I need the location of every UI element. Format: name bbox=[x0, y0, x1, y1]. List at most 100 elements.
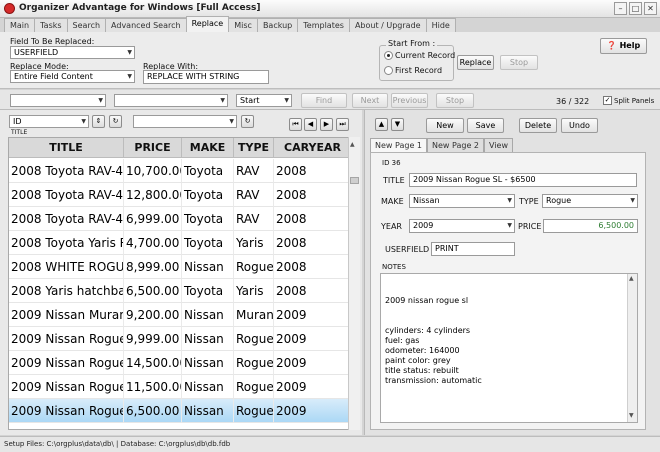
tab-new-page-1[interactable]: New Page 1 bbox=[370, 138, 427, 152]
tab-hide[interactable]: Hide bbox=[425, 18, 456, 32]
prev-record-icon[interactable]: ◀ bbox=[304, 118, 317, 131]
tab-advanced-search[interactable]: Advanced Search bbox=[105, 18, 187, 32]
table-cell[interactable]: 2009 Nissan Rogue S bbox=[9, 399, 124, 423]
find-field-select[interactable]: ▼ bbox=[10, 94, 106, 107]
table-cell[interactable]: Nissan bbox=[182, 327, 234, 351]
maximize-icon[interactable]: □ bbox=[629, 2, 642, 15]
table-cell[interactable]: 2008 Toyota Yaris RS bbox=[9, 231, 124, 255]
notes-textarea[interactable]: 2009 nissan rogue sl cylinders: 4 cylinde… bbox=[380, 273, 638, 423]
find-value-select[interactable]: ▼ bbox=[114, 94, 228, 107]
column-header-type[interactable]: TYPE bbox=[234, 138, 274, 158]
record-up-icon[interactable]: ▲ bbox=[375, 118, 388, 131]
new-button[interactable]: New bbox=[426, 118, 464, 133]
find-start-select[interactable]: Start ▼ bbox=[236, 94, 292, 107]
table-cell[interactable]: Rogue bbox=[234, 399, 274, 423]
table-cell[interactable]: 10,700.00 bbox=[124, 159, 182, 183]
table-cell[interactable]: 2008 bbox=[274, 207, 350, 231]
table-cell[interactable]: 9,200.00 bbox=[124, 303, 182, 327]
find-button[interactable]: Find bbox=[301, 93, 347, 108]
table-cell[interactable]: 2009 Nissan Rogue S bbox=[9, 375, 124, 399]
table-cell[interactable]: Toyota bbox=[182, 159, 234, 183]
current-record-radio[interactable] bbox=[384, 51, 393, 60]
table-cell[interactable]: Nissan bbox=[182, 351, 234, 375]
replace-mode-select[interactable]: Entire Field Content ▼ bbox=[10, 70, 135, 83]
table-cell[interactable]: 2008 Toyota RAV-4 L bbox=[9, 183, 124, 207]
table-cell[interactable]: 2009 bbox=[274, 303, 350, 327]
column-header-caryear[interactable]: CARYEAR bbox=[274, 138, 350, 158]
table-cell[interactable]: 2009 Nissan Murano bbox=[9, 303, 124, 327]
table-cell[interactable]: Toyota bbox=[182, 231, 234, 255]
table-cell[interactable]: 2008 Toyota RAV-4 - $ bbox=[9, 159, 124, 183]
help-button[interactable]: ❓ Help bbox=[600, 38, 647, 54]
grid-scrollbar[interactable]: ▲ bbox=[348, 137, 360, 430]
table-cell[interactable]: 2009 bbox=[274, 327, 350, 351]
replace-button[interactable]: Replace bbox=[457, 55, 494, 70]
make-select[interactable]: Nissan ▼ bbox=[409, 194, 515, 208]
table-cell[interactable]: 2008 bbox=[274, 183, 350, 207]
price-field[interactable]: 6,500.00 bbox=[543, 219, 638, 233]
tab-replace[interactable]: Replace bbox=[185, 16, 230, 32]
replace-with-input[interactable]: REPLACE WITH STRING bbox=[143, 70, 269, 84]
table-cell[interactable]: Rogue bbox=[234, 327, 274, 351]
table-cell[interactable]: RAV bbox=[234, 183, 274, 207]
refresh-icon[interactable]: ↻ bbox=[109, 115, 122, 128]
previous-button[interactable]: Previous bbox=[391, 93, 428, 108]
table-cell[interactable]: Nissan bbox=[182, 255, 234, 279]
table-cell[interactable]: Nissan bbox=[182, 375, 234, 399]
table-cell[interactable]: Rogue bbox=[234, 351, 274, 375]
table-cell[interactable]: Toyota bbox=[182, 183, 234, 207]
table-cell[interactable]: Murano bbox=[234, 303, 274, 327]
table-cell[interactable]: Yaris bbox=[234, 231, 274, 255]
table-cell[interactable]: 6,999.00 bbox=[124, 207, 182, 231]
column-header-price[interactable]: PRICE bbox=[124, 138, 182, 158]
table-cell[interactable]: Toyota bbox=[182, 207, 234, 231]
table-cell[interactable]: 14,500.00 bbox=[124, 351, 182, 375]
table-cell[interactable]: Toyota bbox=[182, 279, 234, 303]
next-record-icon[interactable]: ▶ bbox=[320, 118, 333, 131]
scroll-up-icon[interactable]: ▲ bbox=[350, 141, 355, 148]
column-header-title[interactable]: TITLE bbox=[9, 138, 124, 158]
last-record-icon[interactable]: ⏭ bbox=[336, 118, 349, 131]
sort-direction-icon[interactable]: ⇕ bbox=[92, 115, 105, 128]
tab-view[interactable]: View bbox=[484, 138, 513, 152]
refresh-filter-icon[interactable]: ↻ bbox=[241, 115, 254, 128]
tab-templates[interactable]: Templates bbox=[297, 18, 350, 32]
table-cell[interactable]: 4,700.00 bbox=[124, 231, 182, 255]
table-cell[interactable]: 12,800.00 bbox=[124, 183, 182, 207]
delete-button[interactable]: Delete bbox=[519, 118, 557, 133]
table-cell[interactable]: 2009 bbox=[274, 375, 350, 399]
table-cell[interactable]: 8,999.00 bbox=[124, 255, 182, 279]
save-button[interactable]: Save bbox=[467, 118, 504, 133]
minimize-icon[interactable]: – bbox=[614, 2, 627, 15]
field-to-replace-select[interactable]: USERFIELD ▼ bbox=[10, 46, 135, 59]
filter-select[interactable]: ▼ bbox=[133, 115, 237, 128]
userfield-field[interactable]: PRINT bbox=[431, 242, 515, 256]
table-cell[interactable]: 2009 bbox=[274, 399, 350, 423]
type-select[interactable]: Rogue ▼ bbox=[542, 194, 638, 208]
close-icon[interactable]: ✕ bbox=[644, 2, 657, 15]
tab-tasks[interactable]: Tasks bbox=[34, 18, 68, 32]
notes-scrollbar[interactable]: ▲ ▼ bbox=[627, 274, 637, 422]
table-cell[interactable]: Yaris bbox=[234, 279, 274, 303]
table-cell[interactable]: 2008 WHITE ROGUE bbox=[9, 255, 124, 279]
table-cell[interactable]: 6,500.00 bbox=[124, 279, 182, 303]
table-cell[interactable]: 2008 bbox=[274, 279, 350, 303]
table-cell[interactable]: 2008 bbox=[274, 255, 350, 279]
table-cell[interactable]: Nissan bbox=[182, 399, 234, 423]
record-down-icon[interactable]: ▼ bbox=[391, 118, 404, 131]
column-header-make[interactable]: MAKE bbox=[182, 138, 234, 158]
table-cell[interactable]: RAV bbox=[234, 159, 274, 183]
tab-main[interactable]: Main bbox=[4, 18, 36, 32]
tab-new-page-2[interactable]: New Page 2 bbox=[427, 138, 484, 152]
find-stop-button[interactable]: Stop bbox=[436, 93, 474, 108]
table-cell[interactable]: 2009 Nissan Rogue / bbox=[9, 351, 124, 375]
scroll-down-icon[interactable]: ▼ bbox=[629, 412, 634, 419]
tab-backup[interactable]: Backup bbox=[256, 18, 299, 32]
scroll-up-icon[interactable]: ▲ bbox=[629, 275, 634, 282]
first-record-radio[interactable] bbox=[384, 66, 393, 75]
table-cell[interactable]: 6,500.00 bbox=[124, 399, 182, 423]
table-cell[interactable]: 2009 Nissan Rogue - bbox=[9, 327, 124, 351]
table-cell[interactable]: 2009 bbox=[274, 351, 350, 375]
table-cell[interactable]: 2008 Yaris hatchbac bbox=[9, 279, 124, 303]
table-cell[interactable]: Nissan bbox=[182, 303, 234, 327]
